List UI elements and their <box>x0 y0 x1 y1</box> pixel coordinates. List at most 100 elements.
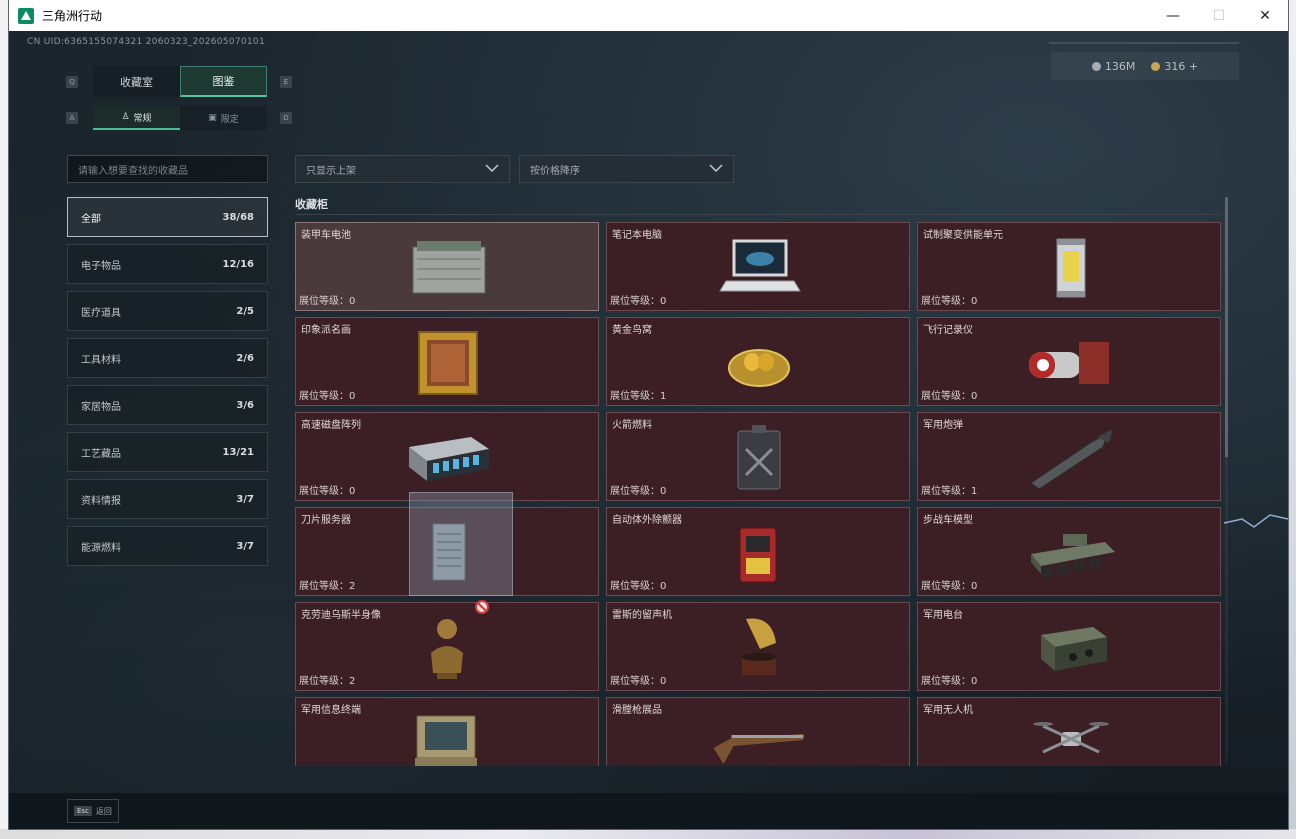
item-name: 笔记本电脑 <box>612 230 662 241</box>
disk-array-icon <box>409 437 489 481</box>
category-energy[interactable]: 能源燃料 3/7 <box>67 526 268 566</box>
subtab-limited-label: 限定 <box>220 114 239 125</box>
item-name: 军用无人机 <box>923 705 973 716</box>
item-name: 滑膛枪展品 <box>612 705 662 716</box>
desktop-background-right <box>1288 0 1296 839</box>
category-label: 工具材料 <box>81 354 121 366</box>
back-label: 返回 <box>95 806 112 816</box>
subtab-regular[interactable]: ♙ 常规 <box>93 106 180 130</box>
gold-coin-icon <box>1151 61 1161 71</box>
lightning-decoration <box>1224 514 1288 528</box>
gold-amount: 316 + <box>1164 59 1199 73</box>
category-label: 资料情报 <box>81 495 121 507</box>
silver-coin-icon <box>1091 61 1101 71</box>
battery-icon <box>412 241 486 294</box>
item-card[interactable]: 笔记本电脑 展位等级：0 <box>606 222 910 311</box>
item-name: 飞行记录仪 <box>923 325 973 336</box>
category-household[interactable]: 家居物品 3/6 <box>67 385 268 425</box>
silver-amount: 136M <box>1104 59 1136 73</box>
category-tools[interactable]: 工具材料 2/6 <box>67 338 268 378</box>
category-electronics[interactable]: 电子物品 12/16 <box>67 244 268 284</box>
search-input[interactable]: 请输入想要查找的收藏品 <box>67 155 268 183</box>
item-card[interactable]: 雷斯的留声机 展位等级：0 <box>606 602 910 691</box>
category-count: 12/16 <box>222 258 254 270</box>
item-name: 雷斯的留声机 <box>612 610 672 621</box>
back-button[interactable]: Esc 返回 <box>67 799 119 823</box>
item-level: 展位等级：1 <box>610 391 667 402</box>
category-label: 全部 <box>81 213 101 225</box>
item-card[interactable]: 步战车模型 展位等级：0 <box>917 507 1221 596</box>
category-count: 2/6 <box>236 352 254 364</box>
sub-tabs: ♙ 常规 ▣ 限定 <box>93 106 267 130</box>
key-hint-q: Q <box>66 76 78 88</box>
maximize-button[interactable]: ☐ <box>1196 0 1242 31</box>
item-level: 展位等级：0 <box>610 581 667 592</box>
item-card[interactable]: 印象派名画 展位等级：0 <box>295 317 599 406</box>
item-card[interactable]: 克劳迪乌斯半身像 展位等级：2 <box>295 602 599 691</box>
category-intel[interactable]: 资料情报 3/7 <box>67 479 268 519</box>
bust-icon <box>431 619 463 679</box>
currency-bar: 136M 316 + <box>1051 52 1239 80</box>
item-card[interactable]: 军用信息终端 <box>295 697 599 766</box>
item-card[interactable]: 火箭燃料 展位等级：0 <box>606 412 910 501</box>
tab-catalog[interactable]: 图鉴 <box>180 66 267 97</box>
category-count: 2/5 <box>236 305 254 317</box>
item-card[interactable]: 飞行记录仪 展位等级：0 <box>917 317 1221 406</box>
item-card[interactable]: 高速磁盘阵列 展位等级：0 <box>295 412 599 501</box>
item-name: 试制聚变供能单元 <box>923 230 1003 241</box>
silver-currency: 136M <box>1091 59 1136 73</box>
scroll-thumb[interactable] <box>1225 197 1228 457</box>
item-name: 军用炮弹 <box>923 420 963 431</box>
musket-icon <box>713 734 804 764</box>
window-controls: — ☐ ✕ <box>1150 0 1288 31</box>
item-card[interactable]: 军用炮弹 展位等级：1 <box>917 412 1221 501</box>
grid-scrollbar[interactable] <box>1225 197 1228 763</box>
flight-recorder-icon <box>1029 342 1109 384</box>
shelf-filter-dropdown[interactable]: 只显示上架 <box>295 155 510 183</box>
item-level: 展位等级：0 <box>299 486 356 497</box>
desktop-background-left <box>0 0 9 839</box>
item-name: 装甲车电池 <box>301 230 351 241</box>
sort-dropdown[interactable]: 按价格降序 <box>519 155 734 183</box>
regular-icon: ♙ <box>121 112 130 122</box>
category-crafts[interactable]: 工艺藏品 13/21 <box>67 432 268 472</box>
sort-value: 按价格降序 <box>530 165 580 177</box>
category-medical[interactable]: 医疗道具 2/5 <box>67 291 268 331</box>
item-card[interactable]: 黄金鸟窝 展位等级：1 <box>606 317 910 406</box>
close-button[interactable]: ✕ <box>1242 0 1288 31</box>
category-all[interactable]: 全部 38/68 <box>67 197 268 237</box>
fusion-cell-icon <box>1056 238 1086 298</box>
item-name: 步战车模型 <box>923 515 973 526</box>
item-card[interactable]: 装甲车电池 展位等级：0 <box>295 222 599 311</box>
shelf-filter-value: 只显示上架 <box>306 165 356 177</box>
key-hint-a: A <box>66 112 78 124</box>
item-card[interactable]: 军用电台 展位等级：0 <box>917 602 1221 691</box>
chevron-down-icon <box>709 162 723 176</box>
subtab-limited[interactable]: ▣ 限定 <box>180 106 267 130</box>
chevron-down-icon <box>485 162 499 176</box>
terminal-icon <box>415 715 477 766</box>
category-label: 医疗道具 <box>81 307 121 319</box>
gramophone-icon <box>742 618 776 675</box>
category-list: 全部 38/68 电子物品 12/16 医疗道具 2/5 工具材料 2/6 家居… <box>67 197 268 573</box>
item-level: 展位等级：0 <box>610 486 667 497</box>
top-divider <box>1049 42 1239 44</box>
item-level: 展位等级：0 <box>610 296 667 307</box>
item-card[interactable]: 自动体外除颤器 展位等级：0 <box>606 507 910 596</box>
item-card[interactable]: 试制聚变供能单元 展位等级：0 <box>917 222 1221 311</box>
category-count: 3/7 <box>236 540 254 552</box>
item-card[interactable]: 滑膛枪展品 <box>606 697 910 766</box>
category-label: 电子物品 <box>81 260 121 272</box>
artillery-shell-icon <box>1030 429 1113 490</box>
desktop-background-bottom <box>0 829 1296 839</box>
minimize-button[interactable]: — <box>1150 0 1196 31</box>
defibrillator-icon <box>739 527 777 583</box>
item-card[interactable]: 军用无人机 <box>917 697 1221 766</box>
tab-collection-room[interactable]: 收藏室 <box>93 66 180 97</box>
item-level: 展位等级：0 <box>299 296 356 307</box>
gold-currency[interactable]: 316 + <box>1151 60 1198 73</box>
subtab-regular-label: 常规 <box>133 113 152 124</box>
category-label: 家居物品 <box>81 401 121 413</box>
item-level: 展位等级：1 <box>921 486 978 497</box>
category-label: 能源燃料 <box>81 542 121 554</box>
